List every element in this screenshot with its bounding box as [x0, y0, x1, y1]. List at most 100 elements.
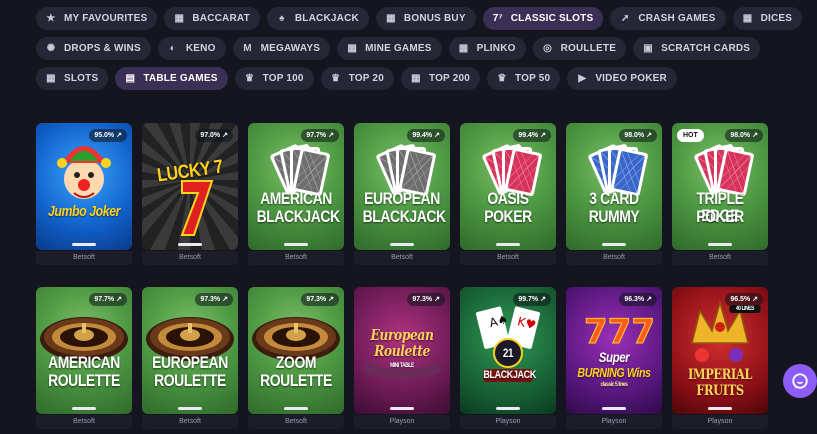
game-thumbnail[interactable]: OASIS POKER 99.4% ↗ [460, 123, 556, 250]
game-thumbnail[interactable]: 777 Super BURNING Wins classic 5 lines 9… [566, 287, 662, 414]
filter-chip-video-poker[interactable]: ▶ VIDEO POKER [567, 67, 677, 90]
card-indicator [72, 407, 96, 410]
filter-chip-top-50[interactable]: ♛ TOP 50 [487, 67, 561, 90]
filter-chip-label: BLACKJACK [294, 13, 359, 24]
game-thumbnail[interactable]: EUROPEAN BLACKJACK 99.4% ↗ [354, 123, 450, 250]
game-thumbnail[interactable]: LUCKY 7 97.0% ↗ [142, 123, 238, 250]
rtp-value: 97.3% [200, 296, 221, 303]
game-card[interactable]: EUROPEAN ROULETTE 97.3% ↗ Betsoft [142, 287, 238, 429]
game-thumbnail[interactable]: ZOOM ROULETTE 97.3% ↗ [248, 287, 344, 414]
game-artwork [180, 180, 214, 236]
game-title-line1: AMERICAN [260, 189, 332, 208]
game-thumbnail[interactable]: 40 LINES IMPERIAL FRUITS 96.5% ↗ [672, 287, 768, 414]
game-artwork [252, 317, 340, 361]
rtp-value: 95.0% [94, 132, 115, 139]
game-thumbnail[interactable]: AMERICAN ROULETTE 97.7% ↗ [36, 287, 132, 414]
filter-chip-label: DROPS & WINS [64, 43, 141, 54]
game-title-line2: BLACKJACK [362, 207, 446, 226]
game-provider: Playson [354, 415, 450, 429]
game-artwork [376, 144, 436, 197]
game-artwork [482, 144, 542, 197]
rtp-value: 97.7% [94, 296, 115, 303]
trend-up-icon: ↗ [434, 132, 440, 139]
filter-chip-megaways[interactable]: M MEGAWAYS [232, 37, 331, 60]
game-card[interactable]: 777 Super BURNING Wins classic 5 lines 9… [566, 287, 662, 429]
game-card[interactable]: Jumbo Joker 95.0% ↗ Betsoft [36, 123, 132, 265]
cards-icon: ▤ [125, 73, 136, 84]
game-title-line2: BLACKJACK [483, 369, 536, 382]
rtp-value: 99.4% [412, 132, 433, 139]
game-provider: Playson [566, 415, 662, 429]
game-thumbnail[interactable]: European Roulette MINI TABLE 97.3% ↗ [354, 287, 450, 414]
game-card[interactable]: AMERICAN ROULETTE 97.7% ↗ Betsoft [36, 287, 132, 429]
game-card[interactable]: 40 LINES IMPERIAL FRUITS 96.5% ↗ Playson [672, 287, 768, 429]
trend-up-icon: ↗ [222, 296, 228, 303]
game-card[interactable]: OASIS POKER 99.4% ↗ Betsoft [460, 123, 556, 265]
game-card[interactable]: European Roulette MINI TABLE 97.3% ↗ Pla… [354, 287, 450, 429]
filter-chip-mine-games[interactable]: ▦ MINE GAMES [337, 37, 442, 60]
game-provider: Betsoft [460, 251, 556, 265]
game-card[interactable]: LUCKY 7 97.0% ↗ Betsoft [142, 123, 238, 265]
filter-chip-baccarat[interactable]: ▦ BACCARAT [164, 7, 260, 30]
filter-chip-label: PLINKO [476, 43, 516, 54]
rtp-value: 99.7% [518, 296, 539, 303]
filter-chip-plinko[interactable]: ▦ PLINKO [448, 37, 526, 60]
crown-icon: ♛ [245, 73, 255, 84]
grid-icon: ▦ [386, 13, 396, 24]
game-artwork [270, 144, 330, 197]
filter-chip-label: KENO [185, 43, 216, 54]
filter-chip-top-100[interactable]: ♛ TOP 100 [234, 67, 314, 90]
filter-chip-top-200[interactable]: ▦ TOP 200 [400, 67, 481, 90]
game-title-line1: EUROPEAN [152, 353, 228, 372]
game-thumbnail[interactable]: AMERICAN BLACKJACK 97.7% ↗ [248, 123, 344, 250]
filter-chip-bonus-buy[interactable]: ▦ BONUS BUY [375, 7, 476, 30]
filter-chip-classic-slots[interactable]: 7⁷ CLASSIC SLOTS [482, 7, 604, 30]
game-thumbnail[interactable]: Jumbo Joker 95.0% ↗ [36, 123, 132, 250]
filter-chip-dices[interactable]: ▦ DICES [732, 7, 803, 30]
star-icon: ★ [46, 13, 56, 24]
filter-chip-table-games[interactable]: ▤ TABLE GAMES [115, 67, 228, 90]
rtp-value: 97.0% [200, 132, 221, 139]
game-card[interactable]: ZOOM ROULETTE 97.3% ↗ Betsoft [248, 287, 344, 429]
game-card[interactable]: AMERICAN BLACKJACK 97.7% ↗ Betsoft [248, 123, 344, 265]
game-thumbnail[interactable]: 3 CARD RUMMY 98.0% ↗ [566, 123, 662, 250]
game-provider: Betsoft [566, 251, 662, 265]
filter-chip-label: BONUS BUY [403, 13, 466, 24]
filter-chip-my-favourites[interactable]: ★ MY FAVOURITES [36, 7, 158, 30]
game-thumbnail[interactable]: TRIPLE EDGE POKER HOT 98.0% ↗ [672, 123, 768, 250]
game-title-line2: BLACKJACK [256, 207, 340, 226]
game-thumbnail[interactable]: A♠ K♥ 21 BLACKJACK 99.7% ↗ [460, 287, 556, 414]
game-card[interactable]: TRIPLE EDGE POKER HOT 98.0% ↗ Betsoft [672, 123, 768, 265]
rtp-badge: 96.3% ↗ [619, 293, 657, 306]
game-card[interactable]: A♠ K♥ 21 BLACKJACK 99.7% ↗ Playson [460, 287, 556, 429]
rtp-badge: 98.0% ↗ [619, 129, 657, 142]
game-row: AMERICAN ROULETTE 97.7% ↗ Betsoft EUROPE… [36, 287, 768, 429]
filter-chip-keno[interactable]: ◐ KENO [157, 37, 226, 60]
grid-icon: ▦ [411, 73, 421, 84]
grid-icon: ▦ [347, 43, 357, 54]
filter-chip-drops-wins[interactable]: ✺ DROPS & WINS [36, 37, 151, 60]
card-indicator [602, 407, 626, 410]
game-artwork [40, 317, 128, 361]
trend-up-icon: ↗ [540, 132, 546, 139]
filter-chip-scratch-cards[interactable]: ▣ SCRATCH CARDS [633, 37, 761, 60]
game-thumbnail[interactable]: EUROPEAN ROULETTE 97.3% ↗ [142, 287, 238, 414]
game-title-line1: ZOOM [275, 353, 317, 372]
game-provider: Playson [672, 415, 768, 429]
filter-chip-crash-games[interactable]: ➚ CRASH GAMES [610, 7, 726, 30]
live-chat-button[interactable] [783, 364, 817, 398]
filter-chip-roullete[interactable]: ◎ ROULLETE [532, 37, 627, 60]
slots-icon: 7⁷ [492, 13, 503, 24]
keno-icon: ◐ [169, 43, 176, 54]
filter-chip-top-20[interactable]: ♛ TOP 20 [320, 67, 394, 90]
filter-chip-label: MY FAVOURITES [64, 13, 148, 24]
filter-row: ★ MY FAVOURITES ▦ BACCARAT ♠ BLACKJACK ▦ BONUS … [36, 7, 803, 30]
game-subtitle: classic 5 lines [600, 382, 628, 388]
game-card[interactable]: 3 CARD RUMMY 98.0% ↗ Betsoft [566, 123, 662, 265]
filter-chip-blackjack[interactable]: ♠ BLACKJACK [266, 7, 369, 30]
game-title-line1: 3 CARD [589, 189, 639, 208]
filter-chip-slots[interactable]: ▦ SLOTS [36, 67, 109, 90]
filter-chip-label: TOP 50 [515, 73, 551, 84]
trend-up-icon: ↗ [752, 132, 758, 139]
game-card[interactable]: EUROPEAN BLACKJACK 99.4% ↗ Betsoft [354, 123, 450, 265]
